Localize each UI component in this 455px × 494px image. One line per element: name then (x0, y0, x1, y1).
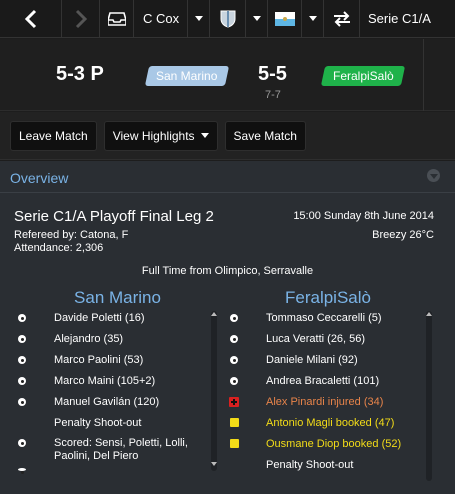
aggregate-score: 7-7 (265, 89, 281, 101)
forward-button[interactable] (62, 0, 100, 37)
chevron-down-icon (308, 16, 317, 21)
manager-name: C Cox (143, 11, 180, 26)
leave-match-button[interactable]: Leave Match (10, 120, 97, 151)
home-event-item: Manuel Gavilán (120) (54, 396, 160, 408)
away-event-item: Penalty Shoot-out (266, 459, 354, 471)
competition-name: Serie C1/A (368, 11, 431, 26)
scroll-up-icon[interactable] (211, 312, 217, 316)
home-team-badge[interactable]: San Marino (144, 66, 230, 86)
san-marino-flag-icon (274, 11, 295, 26)
away-event-item: Ousmane Diop booked (52) (266, 438, 402, 450)
header-divider (423, 39, 424, 111)
yellow-card-icon (230, 418, 239, 427)
attendance: Attendance: 2,306 (14, 242, 104, 254)
home-event-item: Scored: Sensi, Poletti, Lolli, Paolini, … (54, 437, 188, 462)
competition-menu[interactable]: Serie C1/A (360, 0, 433, 37)
chevron-right-icon (75, 9, 87, 28)
goal-ball-icon (18, 398, 26, 406)
overview-panel-header[interactable]: Overview (0, 161, 455, 193)
away-event-item: Alex Pinardi injured (34) (266, 396, 384, 408)
panel-title: Overview (10, 170, 69, 186)
view-highlights-button[interactable]: View Highlights (103, 120, 218, 151)
home-team-name: San Marino (156, 69, 218, 83)
save-match-button[interactable]: Save Match (224, 120, 306, 151)
away-team-badge[interactable]: FeralpiSalò (320, 66, 406, 86)
view-highlights-label: View Highlights (112, 128, 195, 143)
goal-ball-icon (230, 335, 238, 343)
kickoff-time: 15:00 Sunday 8th June 2014 (293, 210, 434, 222)
manager-menu[interactable]: C Cox (134, 0, 188, 37)
top-navigation-bar: C Cox Serie C1/A (0, 0, 455, 38)
goal-ball-icon (18, 439, 26, 447)
injury-icon (229, 397, 239, 407)
away-event-item: Andrea Bracaletti (101) (266, 375, 380, 387)
goal-ball-icon (230, 377, 238, 385)
goal-ball-icon (230, 314, 238, 322)
home-event-item: Marco Maini (105+2) (54, 375, 156, 387)
home-event-item: Marco Paolini (53) (54, 354, 144, 366)
away-team-heading: FeralpiSalò (285, 288, 371, 307)
goal-ball-icon (18, 377, 26, 385)
home-event-item: Alejandro (35) (54, 333, 124, 345)
goal-ball-icon (18, 335, 26, 343)
away-events-scrollbar[interactable] (426, 311, 432, 481)
away-score: 5-5 (258, 63, 287, 85)
away-event-item: Luca Veratti (26, 56) (266, 333, 366, 345)
away-event-item: Daniele Milani (92) (266, 354, 358, 366)
score-header: 5-3 P San Marino 5-5 7-7 FeralpiSalò (0, 39, 455, 111)
leave-match-label: Leave Match (19, 128, 88, 143)
full-time-venue: Full Time from Olimpico, Serravalle (141, 265, 314, 277)
away-event-item: Tommaso Ceccarelli (5) (266, 312, 382, 324)
referee: Refereed by: Catona, F (14, 229, 129, 241)
swap-arrows-icon (333, 10, 350, 27)
away-event-item: Antonio Magli booked (47) (266, 417, 395, 429)
yellow-card-icon (230, 439, 239, 448)
home-score: 5-3 P (56, 63, 104, 85)
chevron-down-icon (194, 16, 203, 21)
weather: Breezy 26°C (372, 229, 434, 241)
match-actions-bar: Leave Match View Highlights Save Match (0, 112, 455, 160)
home-team-heading: San Marino (74, 288, 161, 307)
club-dropdown-button[interactable] (246, 0, 268, 37)
inbox-icon (107, 11, 126, 26)
goal-ball-icon (18, 468, 26, 474)
scroll-up-icon[interactable] (426, 312, 432, 316)
inbox-button[interactable] (100, 0, 134, 37)
scroll-down-icon[interactable] (211, 462, 217, 466)
save-match-label: Save Match (233, 128, 297, 143)
home-events-scrollbar[interactable] (211, 311, 217, 471)
home-event-item: Penalty Shoot-out (54, 417, 142, 429)
club-crest-icon (220, 10, 235, 28)
overview-panel: Overview Serie C1/A Playoff Final Leg 2 … (0, 161, 455, 494)
home-event-item: Davide Poletti (16) (54, 312, 145, 324)
club-button[interactable] (210, 0, 246, 37)
manager-dropdown-button[interactable] (188, 0, 210, 37)
nation-button[interactable] (268, 0, 302, 37)
chevron-down-icon (200, 133, 209, 138)
goal-ball-icon (18, 314, 26, 322)
nation-dropdown-button[interactable] (302, 0, 324, 37)
goal-ball-icon (230, 356, 238, 364)
goal-ball-icon (18, 356, 26, 364)
chevron-down-icon (429, 173, 438, 179)
match-title: Serie C1/A Playoff Final Leg 2 (14, 208, 214, 225)
switch-button[interactable] (324, 0, 360, 37)
collapse-toggle-button[interactable] (427, 169, 440, 182)
away-team-name: FeralpiSalò (332, 69, 394, 83)
back-button[interactable] (0, 0, 62, 37)
chevron-left-icon (24, 9, 36, 28)
chevron-down-icon (252, 16, 261, 21)
match-overview-screen: C Cox Serie C1/A 5-3 P San Marino 5-5 7-… (0, 0, 455, 494)
